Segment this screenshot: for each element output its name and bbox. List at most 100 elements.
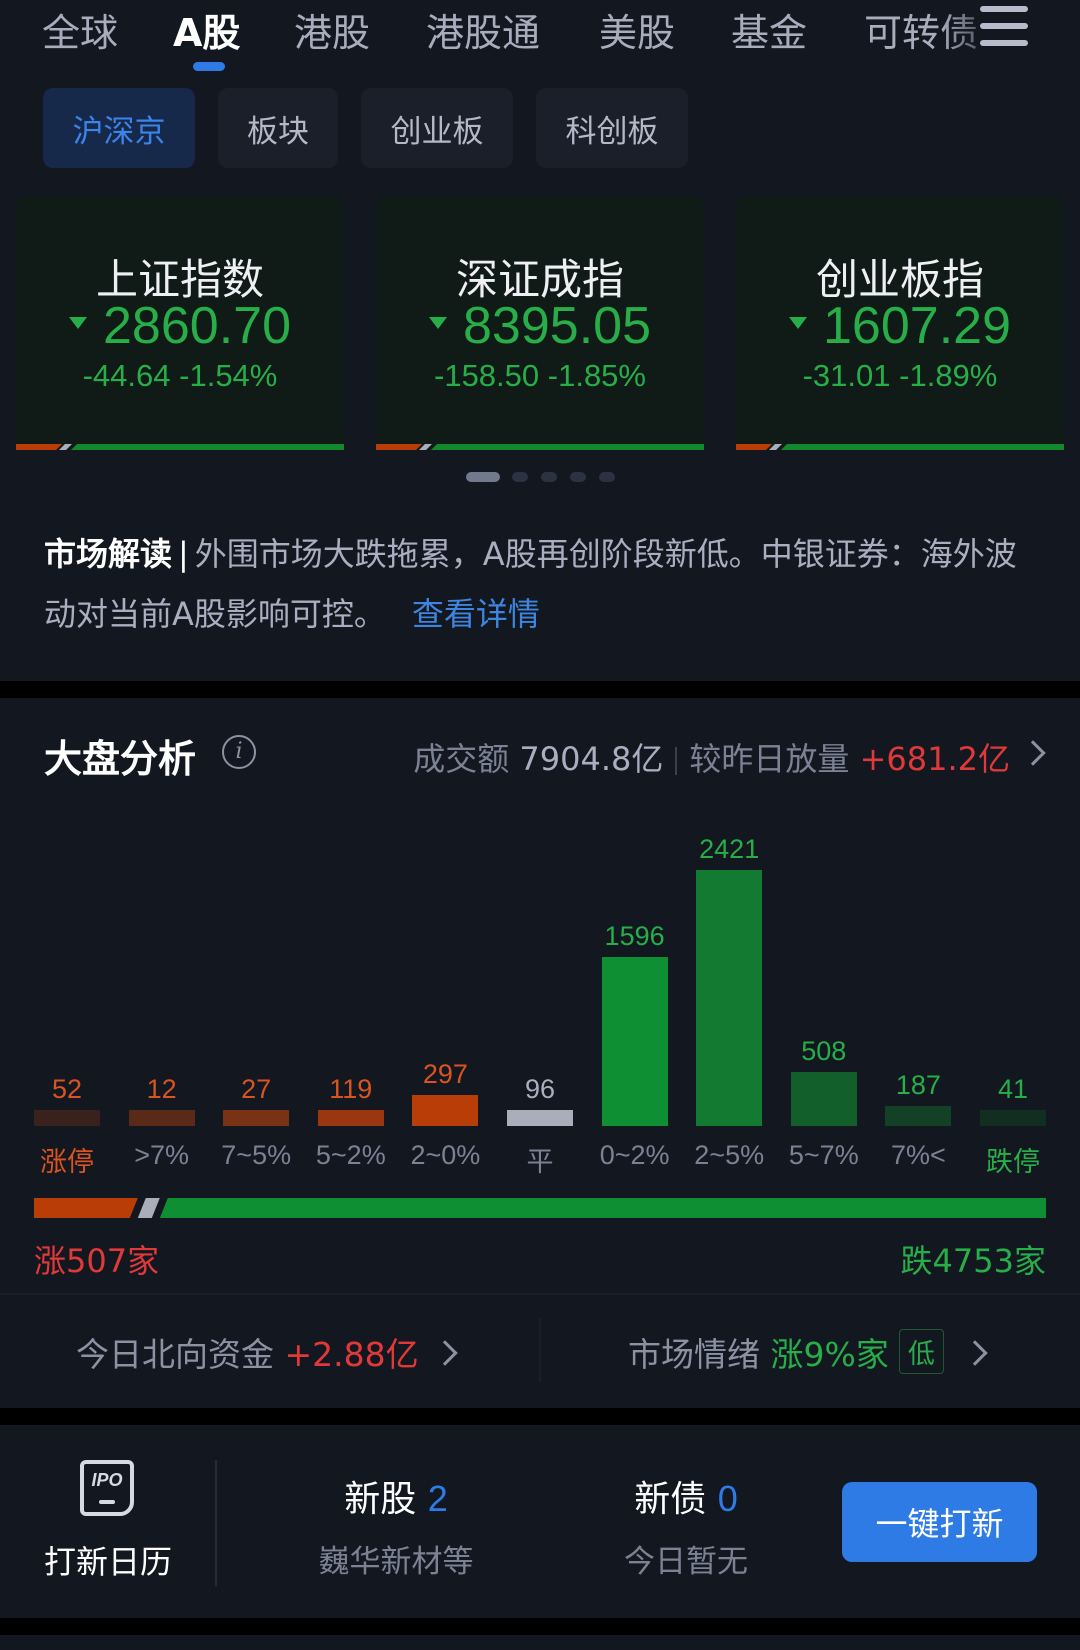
bar-value-label: 12 [146,1074,177,1104]
bar-value-label: 2421 [699,834,760,864]
menu-icon[interactable] [978,4,1030,48]
breadth-ratio-bar [34,1198,1046,1218]
active-tab-indicator [193,62,225,71]
bar-value-label: 508 [801,1036,847,1067]
turnover-summary[interactable]: 成交额 7904.8亿 较昨日放量 +681.2亿 [413,734,1010,780]
ipo-calendar-label[interactable]: 打新日历 [44,1537,172,1583]
category-label: 7~5% [221,1140,292,1170]
carousel-dots[interactable] [0,472,1080,482]
commentary-separator: | [178,535,189,573]
down-triangle-icon [429,317,448,330]
category-label: 0~2% [599,1140,670,1170]
sentiment-level-badge: 低 [898,1329,944,1374]
index-card-chinext[interactable]: 创业板指 1607.29 -31.01 -1.89% [736,196,1064,450]
index-card-sse[interactable]: 上证指数 2860.70 -44.64 -1.54% [16,196,344,450]
index-price: 1607.29 [736,296,1064,356]
chevron-right-icon[interactable] [962,1340,988,1366]
section-divider [0,1408,1080,1425]
market-analysis-title: 大盘分析 [44,737,197,781]
index-change: -31.01 -1.89% [802,358,998,393]
category-label: 平 [526,1147,554,1177]
fall-count: 跌4753家 [900,1242,1046,1280]
index-breadth-bar [736,444,1064,450]
tab-hk-connect[interactable]: 港股通 [426,2,540,57]
tab-global[interactable]: 全球 [42,2,118,57]
carousel-dot[interactable] [570,472,586,482]
rise-segment [34,1198,138,1218]
column-divider [539,1318,541,1382]
northbound-value: +2.88亿 [284,1335,419,1374]
stats-divider [675,747,678,775]
turnover-value: 7904.8亿 [519,740,664,778]
chevron-right-icon[interactable] [1020,740,1046,766]
bar [128,1110,195,1126]
vs-yesterday-label: 较昨日放量 [689,740,850,778]
market-tabs: 全球 A股 港股 港股通 美股 基金 可转债 [0,0,1080,80]
bar-value-label: 96 [524,1074,556,1104]
info-icon[interactable]: i [222,735,256,769]
market-sentiment[interactable]: 市场情绪 涨9%家低 [628,1328,944,1376]
index-card-szse[interactable]: 深证成指 8395.05 -158.50 -1.85% [376,196,704,450]
new-stocks-sub: 巍华新材等 [318,1544,474,1580]
new-bonds-count: 0 [717,1478,738,1519]
subtab-shanghai-shenzhen-beijing[interactable]: 沪深京 [43,88,195,168]
turnover-label: 成交额 [413,740,510,778]
carousel-dot[interactable] [541,472,557,482]
index-change: -158.50 -1.85% [434,358,646,393]
fall-segment [159,1198,1046,1218]
chevron-right-icon[interactable] [432,1340,458,1366]
category-label: 涨停 [40,1147,94,1177]
vs-yesterday-value: +681.2亿 [859,740,1010,778]
category-label: 2~0% [410,1140,481,1170]
tab-funds[interactable]: 基金 [731,2,807,57]
section-divider [0,1618,1080,1635]
bar [507,1110,573,1126]
new-bonds-sub: 今日暂无 [624,1544,748,1580]
section-divider [0,681,1080,698]
down-triangle-icon [69,317,88,330]
index-breadth-bar [16,444,344,450]
subtab-chinext[interactable]: 创业板 [361,88,513,168]
flat-segment [137,1198,160,1218]
bar-value-label: 297 [422,1058,468,1089]
carousel-dot[interactable] [599,472,615,482]
ipo-calendar-icon[interactable]: IPO [80,1460,134,1516]
new-stocks-count: 2 [427,1478,448,1519]
tab-a-shares[interactable]: A股 [173,2,240,57]
sentiment-label: 市场情绪 [628,1335,760,1374]
bar-value-label: 52 [51,1074,83,1104]
index-price: 2860.70 [16,296,344,356]
subtab-star-market[interactable]: 科创板 [536,88,688,168]
one-click-subscribe-button[interactable]: 一键打新 [842,1482,1037,1562]
rise-count: 涨507家 [34,1242,160,1280]
bar-value-label: 27 [241,1074,272,1104]
ipo-divider [215,1460,217,1586]
market-commentary: 市场解读 | 外围市场大跌拖累，A股再创阶段新低。中银证券：海外波动对当前A股影响可… [44,524,1044,644]
tab-us-stocks[interactable]: 美股 [599,2,675,57]
view-details-link[interactable]: 查看详情 [412,595,540,633]
category-label: 5~2% [315,1140,386,1170]
new-bonds[interactable]: 新债 0 今日暂无 [566,1470,806,1581]
tab-hk-stocks[interactable]: 港股 [294,2,370,57]
bar [223,1110,290,1126]
new-stocks[interactable]: 新股 2 巍华新材等 [276,1470,516,1581]
bar [696,870,763,1126]
sentiment-value: 涨9%家 [770,1335,889,1374]
index-change: -44.64 -1.54% [82,358,278,393]
bar [412,1094,479,1126]
subtab-sectors[interactable]: 板块 [218,88,338,168]
northbound-capital[interactable]: 今日北向资金 +2.88亿 [76,1328,419,1376]
bar [34,1110,100,1126]
index-price: 8395.05 [376,296,704,356]
category-label: >7% [134,1140,189,1170]
carousel-dot[interactable] [512,472,528,482]
bar [980,1110,1046,1126]
row-divider [0,1293,1080,1295]
bar-value-label: 41 [997,1074,1029,1104]
carousel-dot[interactable] [466,472,500,482]
category-label: 跌停 [986,1147,1040,1177]
category-label: 2~5% [694,1140,765,1170]
commentary-label: 市场解读 [44,535,173,573]
down-triangle-icon [789,317,808,330]
new-stocks-label: 新股 [344,1479,417,1520]
